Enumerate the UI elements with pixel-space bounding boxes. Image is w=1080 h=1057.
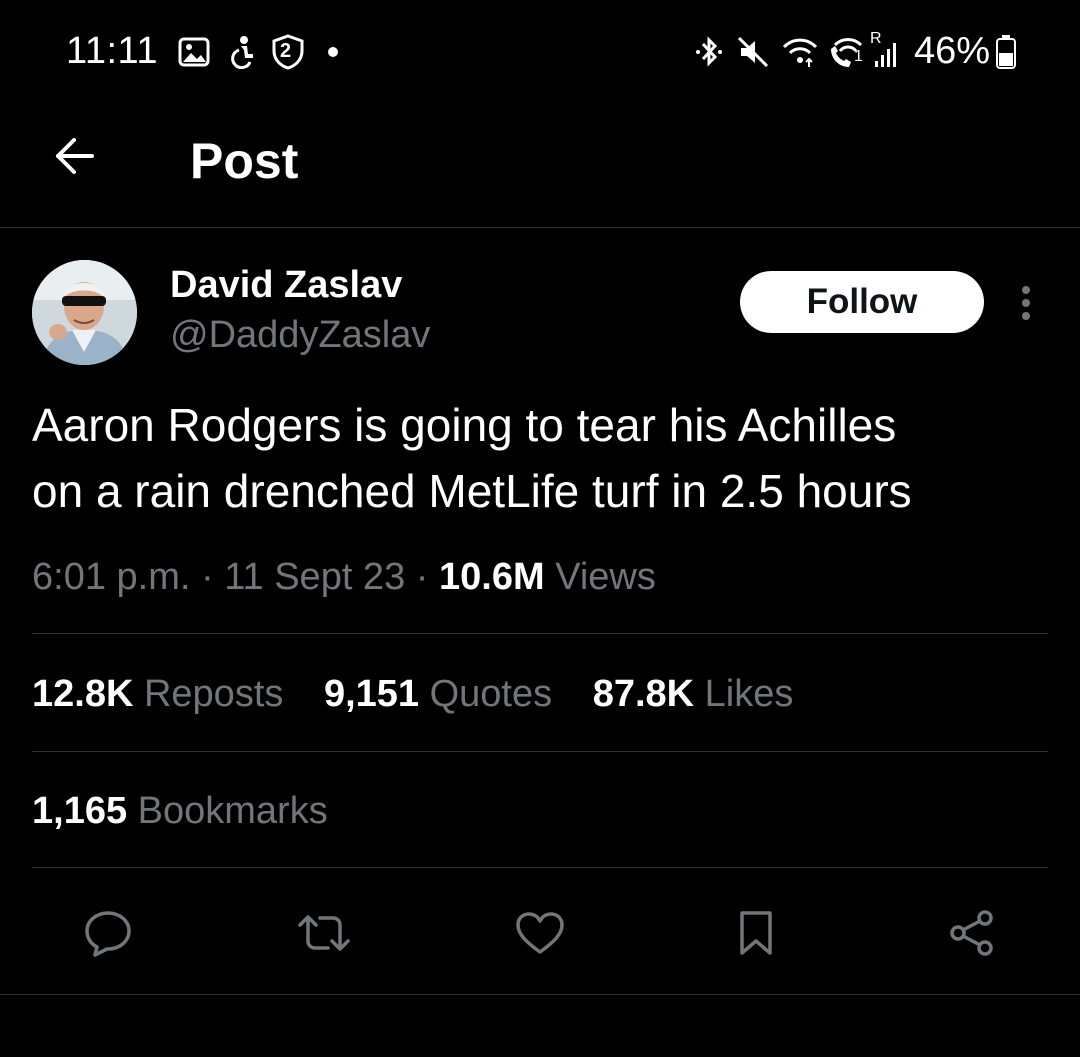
reposts-label: Reposts [143, 673, 284, 715]
header-divider [0, 227, 1080, 228]
tweet-meta: 6:01 p.m. · 11 Sept 23 · 10.6M Views [32, 556, 656, 599]
tweet-text: Aaron Rodgers is going to tear his Achil… [32, 392, 1048, 524]
reply-icon [85, 911, 131, 957]
quotes-stat[interactable]: 9,151 Quotes [324, 673, 552, 715]
likes-count: 87.8K [592, 673, 695, 715]
author-name[interactable]: David Zaslav [170, 264, 402, 307]
tweet-date[interactable]: 11 Sept 23 [224, 556, 405, 598]
avatar[interactable] [32, 260, 137, 365]
reply-button[interactable] [80, 905, 136, 961]
meta-separator: · [200, 556, 214, 598]
reposts-stat[interactable]: 12.8K Reposts [32, 673, 283, 715]
like-icon [516, 912, 564, 954]
battery-icon [994, 34, 1018, 70]
author-handle[interactable]: @DaddyZaslav [170, 314, 430, 357]
quotes-label: Quotes [429, 673, 553, 715]
accessibility-icon [224, 34, 260, 70]
tweet-time[interactable]: 6:01 p.m. [32, 556, 190, 598]
mute-icon [734, 34, 772, 70]
divider [32, 633, 1048, 634]
more-vertical-icon [1022, 286, 1030, 320]
notification-badge: 2 [280, 40, 292, 62]
more-options-button[interactable] [1008, 280, 1044, 326]
bookmarks-stat[interactable]: 1,165 Bookmarks [32, 790, 328, 833]
share-icon [950, 910, 993, 956]
views-count[interactable]: 10.6M [439, 556, 545, 598]
wifi-icon [780, 34, 820, 70]
likes-stat[interactable]: 87.8K Likes [593, 673, 794, 715]
repost-button[interactable] [296, 905, 352, 961]
status-time: 11:11 [66, 30, 158, 72]
arrow-left-icon [56, 138, 94, 174]
page-title: Post [190, 133, 299, 189]
bookmark-icon [740, 911, 772, 955]
likes-label: Likes [704, 673, 794, 715]
gallery-icon [176, 34, 212, 70]
like-button[interactable] [512, 905, 568, 961]
back-button[interactable] [48, 130, 100, 182]
bookmark-button[interactable] [728, 905, 784, 961]
divider [32, 867, 1048, 868]
follow-button[interactable]: Follow [740, 271, 984, 333]
signal-icon: R [868, 30, 904, 70]
bottom-divider [0, 994, 1080, 995]
share-button[interactable] [944, 905, 1000, 961]
repost-icon [298, 915, 350, 951]
divider [32, 751, 1048, 752]
views-label[interactable]: Views [555, 556, 656, 598]
quotes-count: 9,151 [323, 673, 420, 715]
meta-separator: · [415, 556, 429, 598]
wifi-call-icon: 1 [826, 34, 866, 70]
signal-label: R [870, 30, 882, 47]
bookmarks-label: Bookmarks [137, 790, 328, 832]
engagement-stats: 12.8K Reposts 9,151 Quotes 87.8K Likes [32, 673, 823, 716]
sim-label: 1 [854, 48, 863, 65]
reposts-count: 12.8K [32, 673, 134, 715]
tweet-text-line: Aaron Rodgers is going to tear his Achil… [32, 399, 897, 451]
shield-badge-icon: 2 [270, 34, 306, 70]
dot-icon [322, 34, 344, 70]
bluetooth-icon [692, 34, 726, 70]
battery-percent: 46% [914, 30, 991, 72]
bookmarks-count: 1,165 [32, 790, 128, 832]
tweet-text-line: on a rain drenched MetLife turf in 2.5 h… [32, 465, 912, 517]
